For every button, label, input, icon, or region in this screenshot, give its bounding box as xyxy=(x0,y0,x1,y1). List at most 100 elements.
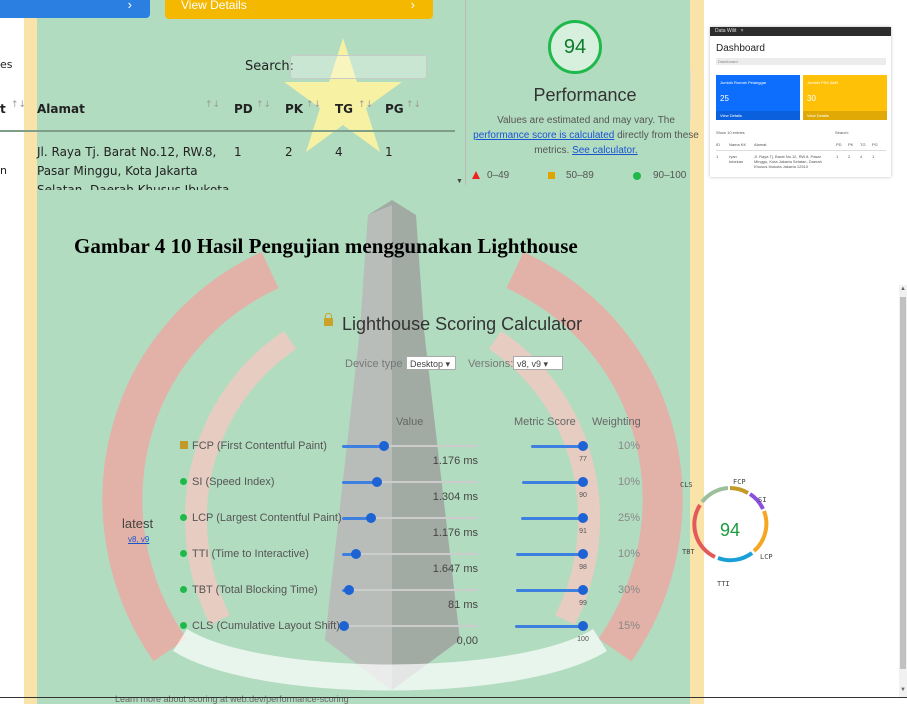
score-slider-fill xyxy=(531,444,583,448)
th: Nama KK xyxy=(729,142,747,147)
sort-icon[interactable]: ↑↓ xyxy=(256,100,271,110)
thumbnail-card-blue: Jumlah Rumah Pelanggar 25 View Details xyxy=(716,75,800,120)
column-header-tg[interactable]: TG xyxy=(335,102,353,116)
scrollbar-thumb[interactable] xyxy=(900,297,906,669)
value-slider-thumb[interactable] xyxy=(339,621,349,631)
sort-icon[interactable]: ↑↓ xyxy=(205,100,220,110)
scroll-up-arrow-icon[interactable]: ▲ xyxy=(900,286,906,292)
sort-icon[interactable]: ↑↓ xyxy=(358,100,373,110)
thumbnail-show-entries: Show 10 entries xyxy=(716,130,745,135)
metric-name: CLS (Cumulative Layout Shift) xyxy=(180,620,340,632)
metric-name: LCP (Largest Contentful Paint) xyxy=(180,512,342,524)
table-cell-pd: 1 xyxy=(234,145,242,159)
td: 1 xyxy=(716,154,719,159)
device-type-select[interactable]: Desktop ▾ xyxy=(406,356,456,370)
search-input[interactable] xyxy=(290,55,427,79)
alamat-line: Pasar Minggu, Kota Jakarta xyxy=(37,164,198,178)
card-title: Jumlah PSK Aktif xyxy=(807,80,838,85)
value-slider-track[interactable] xyxy=(342,589,478,591)
value-slider-thumb[interactable] xyxy=(351,549,361,559)
metric-name: FCP (First Contentful Paint) xyxy=(180,440,327,452)
table-cell-pk: 2 xyxy=(285,145,293,159)
value-slider-track[interactable] xyxy=(342,625,478,627)
score-slider-thumb[interactable] xyxy=(578,549,588,559)
performance-score-link[interactable]: performance score is calculated xyxy=(473,130,614,141)
column-header-pg[interactable]: PG xyxy=(385,102,404,116)
td: 2 xyxy=(848,154,851,159)
card-footer: View Details xyxy=(803,111,887,120)
column-header-pd[interactable]: PD xyxy=(234,102,253,116)
thumbnail-table-row: 1 ryan tubekan Jl. Raya Tj. Barat No.12,… xyxy=(716,154,886,174)
score-slider-thumb[interactable] xyxy=(578,621,588,631)
scroll-down-arrow-icon[interactable]: ▼ xyxy=(900,687,906,693)
gauge-label-fcp: FCP xyxy=(733,478,746,486)
calculator-title: Lighthouse Scoring Calculator xyxy=(342,314,583,334)
lock-icon xyxy=(324,313,333,326)
scrollbar[interactable]: ▲ ▼ xyxy=(899,285,907,697)
value-slider-thumb[interactable] xyxy=(344,585,354,595)
gauge-segment-tti xyxy=(717,551,754,563)
value-slider-thumb[interactable] xyxy=(372,477,382,487)
gauge-score: 94 xyxy=(719,520,741,540)
average-square-icon xyxy=(180,441,188,449)
column-metric-score: Metric Score xyxy=(514,416,576,428)
score-slider-thumb[interactable] xyxy=(578,585,588,595)
table-cell-pg: 1 xyxy=(385,145,393,159)
legend-average: 50–89 xyxy=(566,170,594,181)
metric-weight: 30% xyxy=(618,584,641,596)
alamat-line: Jl. Raya Tj. Barat No.12, RW.8, xyxy=(37,145,217,159)
performance-title: Performance xyxy=(533,85,637,105)
table-cell-tg: 4 xyxy=(335,145,343,159)
entries-fragment: es xyxy=(0,58,13,71)
search-label: Search: xyxy=(245,59,295,74)
note-text: directly from these xyxy=(614,130,699,141)
thumbnail-card-yellow: Jumlah PSK Aktif 30 View Details xyxy=(803,75,887,120)
td: ryan tubekan xyxy=(729,154,744,164)
metric-label: TBT (Total Blocking Time) xyxy=(192,584,318,596)
card-title: Jumlah Rumah Pelanggar xyxy=(720,80,767,85)
latest-versions-link[interactable]: v8, v9 xyxy=(128,535,149,544)
score-slider-fill xyxy=(516,552,583,556)
card-footer: View Details xyxy=(716,111,800,120)
column-header-fragment[interactable]: t xyxy=(0,102,6,116)
value-slider-thumb[interactable] xyxy=(366,513,376,523)
scroll-down-arrow-icon[interactable]: ▼ xyxy=(456,178,463,185)
metric-label: SI (Speed Index) xyxy=(192,476,275,488)
average-square-icon xyxy=(548,172,555,179)
performance-note: Values are estimated and may vary. The p… xyxy=(466,113,706,158)
score-slider-thumb[interactable] xyxy=(578,441,588,451)
column-header-alamat[interactable]: Alamat xyxy=(37,102,85,116)
sort-icon[interactable]: ↑↓ xyxy=(406,100,421,110)
column-header-pk[interactable]: PK xyxy=(285,102,303,116)
figure-caption: Gambar 4 10 Hasil Pengujian menggunakan … xyxy=(74,234,578,258)
metric-weight: 10% xyxy=(618,548,641,560)
versions-value: v8, v9 xyxy=(517,359,542,369)
metric-value: 0,00 xyxy=(456,635,478,647)
gauge-label-lcp: LCP xyxy=(760,553,773,561)
score-slider-fill xyxy=(515,624,583,628)
table-cell-alamat: Jl. Raya Tj. Barat No.12, RW.8, Pasar Mi… xyxy=(37,143,232,190)
metric-label: TTI (Time to Interactive) xyxy=(192,548,309,560)
metric-weight: 10% xyxy=(618,476,641,488)
score-slider-fill xyxy=(521,516,583,520)
th: PD xyxy=(836,142,842,147)
score-slider-thumb[interactable] xyxy=(578,513,588,523)
td: 1 xyxy=(872,154,875,159)
metric-score: 77 xyxy=(579,456,587,463)
metric-score: 91 xyxy=(579,528,587,535)
sort-icon[interactable]: ↑↓ xyxy=(306,100,321,110)
device-type-label: Device type xyxy=(345,358,403,370)
good-circle-icon xyxy=(180,514,187,521)
value-slider-thumb[interactable] xyxy=(379,441,389,451)
metric-label: CLS (Cumulative Layout Shift) xyxy=(192,620,340,632)
value-slider-track[interactable] xyxy=(342,553,478,555)
see-calculator-link[interactable]: See calculator. xyxy=(572,145,638,156)
note-text: metrics. xyxy=(534,145,573,156)
score-slider-thumb[interactable] xyxy=(578,477,588,487)
poor-triangle-icon xyxy=(472,171,480,179)
versions-select[interactable]: v8, v9 ▾ xyxy=(513,356,563,370)
gauge-label-cls: CLS xyxy=(680,481,693,489)
thumbnail-titlebar: Data Wilit × xyxy=(710,27,891,36)
sort-icon[interactable]: ↑↓ xyxy=(11,100,26,110)
metric-label: LCP (Largest Contentful Paint) xyxy=(192,512,342,524)
